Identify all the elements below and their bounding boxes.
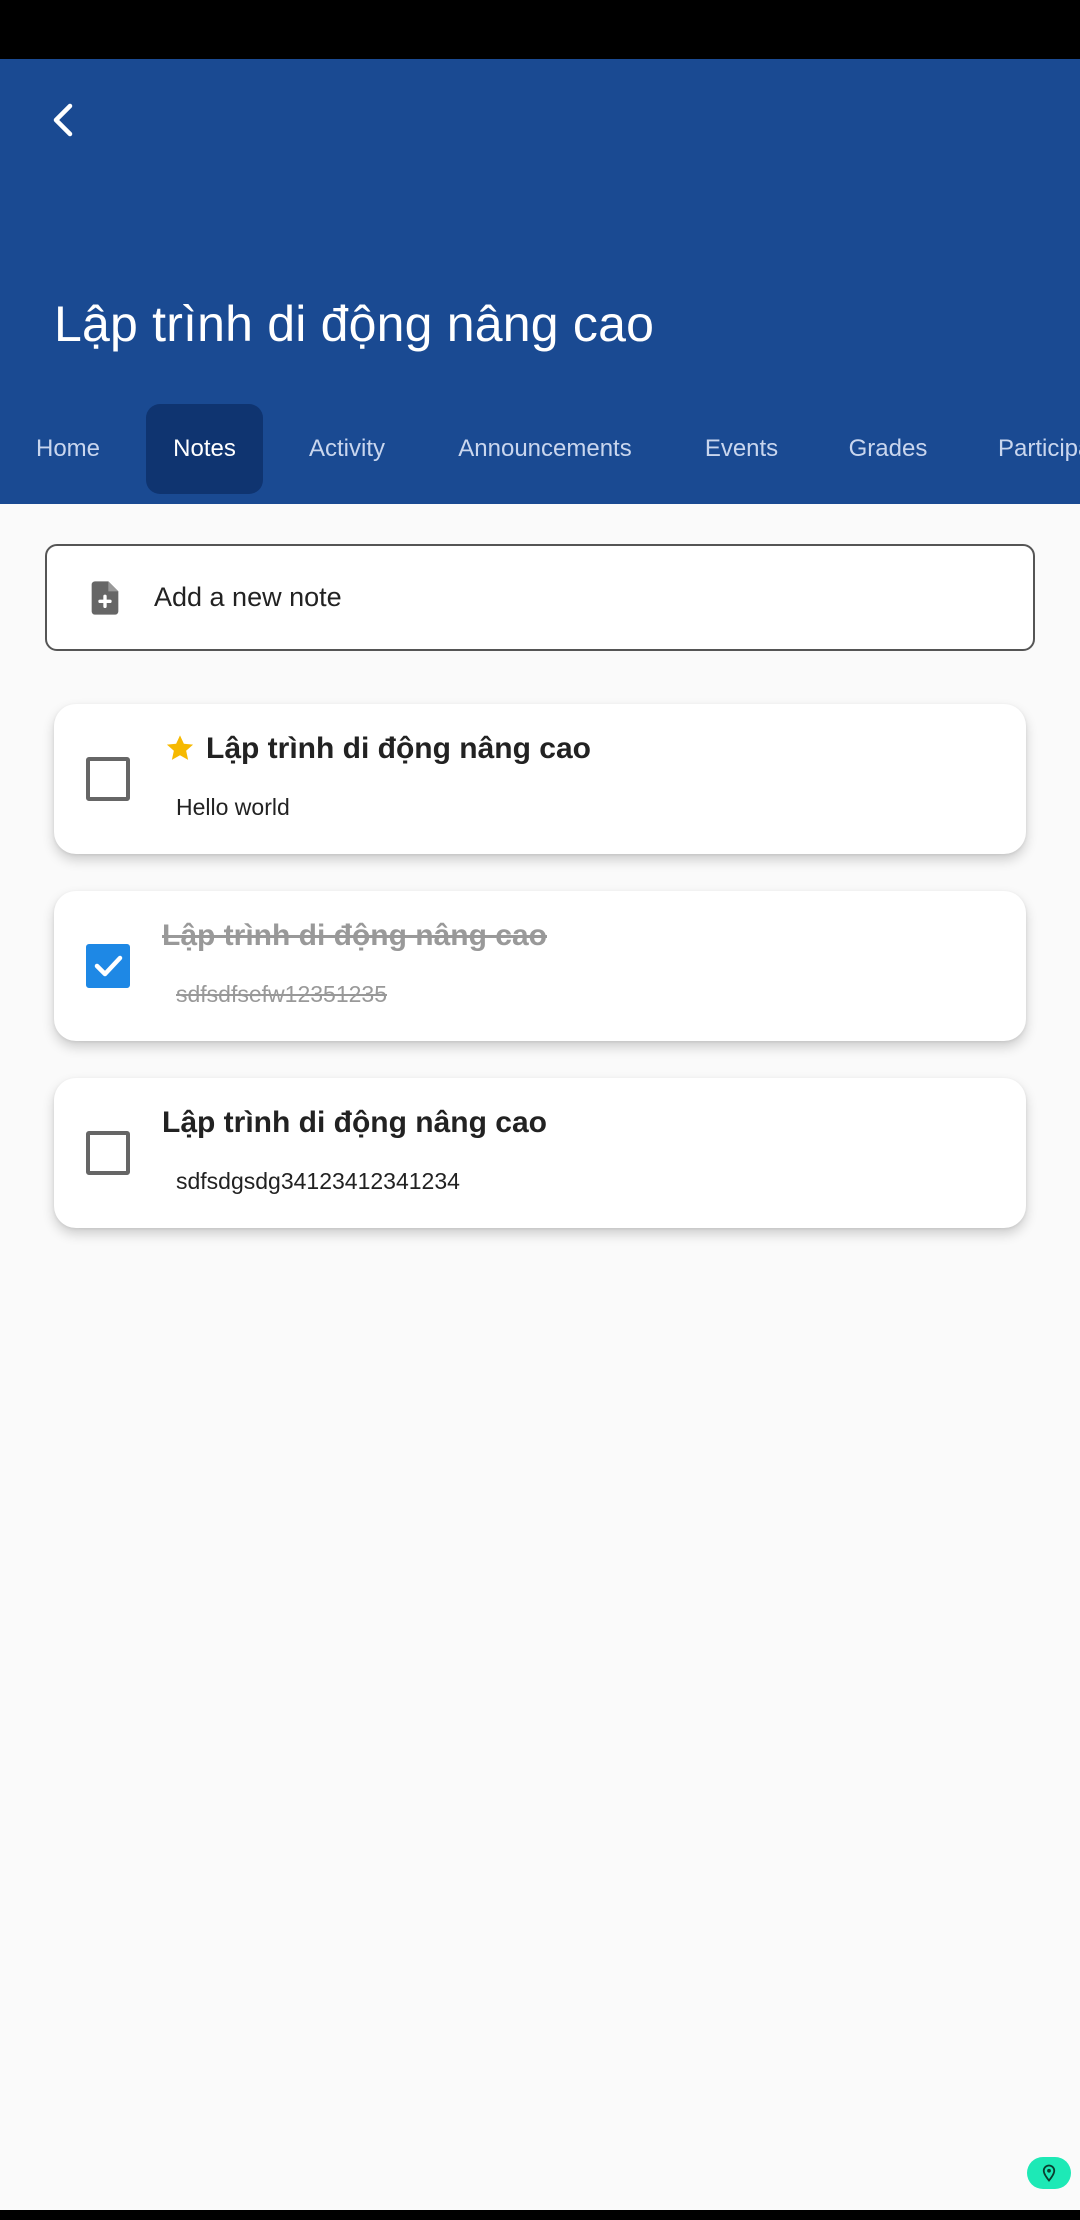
tab-events[interactable]: Events: [690, 404, 793, 494]
note-body: sdfsdfsefw12351235: [176, 981, 387, 1007]
star-icon: [166, 735, 194, 760]
navigation-bar: [0, 2210, 1080, 2220]
chevron-left-icon: [53, 103, 73, 137]
note-title: Lập trình di động nâng cao: [162, 919, 547, 952]
course-header: Lập trình di động nâng cao Home Notes Ac…: [0, 59, 1080, 504]
note-body: Hello world: [176, 794, 290, 820]
note-add-icon: [91, 581, 119, 615]
status-bar: [0, 0, 1080, 59]
add-note-label: Add a new note: [154, 582, 342, 612]
note-title: Lập trình di động nâng cao: [162, 1106, 547, 1139]
note-checkbox[interactable]: [86, 944, 130, 988]
note-checkbox[interactable]: [86, 1131, 130, 1175]
tab-announcements[interactable]: Announcements: [446, 404, 644, 494]
note-card[interactable]: Lập trình di động nâng cao sdfsdgsdg3412…: [54, 1078, 1026, 1228]
page-title: Lập trình di động nâng cao: [54, 296, 655, 352]
location-pin-button[interactable]: [1027, 2157, 1071, 2189]
check-icon: [94, 955, 123, 977]
note-card[interactable]: Lập trình di động nâng cao Hello world: [54, 704, 1026, 854]
add-note-button[interactable]: Add a new note: [45, 544, 1035, 651]
tab-participants[interactable]: Participa: [988, 404, 1080, 494]
tab-grades[interactable]: Grades: [836, 404, 940, 494]
tab-bar: Home Notes Activity Announcements Events…: [0, 404, 1080, 504]
tab-notes[interactable]: Notes: [146, 404, 263, 494]
note-card[interactable]: Lập trình di động nâng cao sdfsdfsefw123…: [54, 891, 1026, 1041]
back-button[interactable]: [36, 92, 92, 148]
note-body: sdfsdgsdg34123412341234: [176, 1168, 460, 1194]
tab-activity[interactable]: Activity: [292, 404, 402, 494]
tab-home[interactable]: Home: [18, 404, 118, 494]
note-checkbox[interactable]: [86, 757, 130, 801]
location-pin-icon: [1042, 2164, 1056, 2182]
note-title: Lập trình di động nâng cao: [206, 732, 591, 765]
